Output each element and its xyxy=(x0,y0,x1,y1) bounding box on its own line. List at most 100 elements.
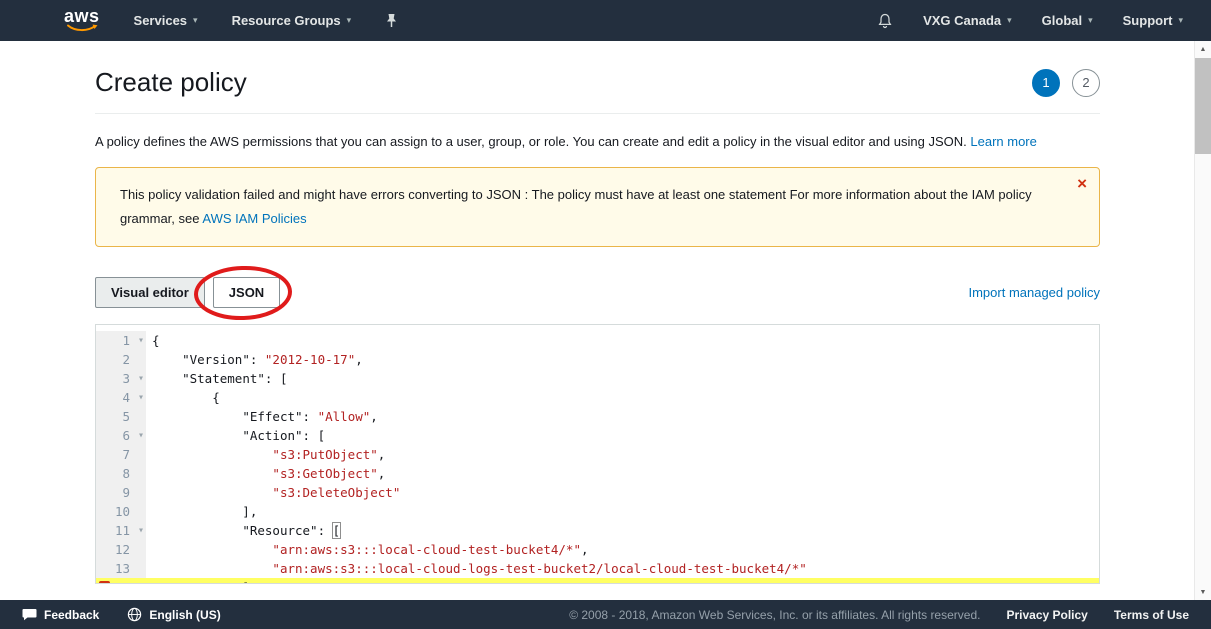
code-line-text[interactable]: { xyxy=(146,331,1099,350)
learn-more-link[interactable]: Learn more xyxy=(970,134,1036,149)
fold-arrow-icon[interactable]: ▾ xyxy=(138,331,144,350)
gutter-line-number[interactable]: 3▾ xyxy=(96,369,146,388)
language-selector[interactable]: English (US) xyxy=(127,607,220,622)
speech-bubble-icon xyxy=(22,608,37,621)
code-line[interactable]: 9 "s3:DeleteObject" xyxy=(96,483,1099,502)
fold-arrow-icon[interactable]: ▾ xyxy=(138,426,144,445)
gutter-line-number[interactable]: 2 xyxy=(96,350,146,369)
feedback-button[interactable]: Feedback xyxy=(22,608,99,622)
nav-support-menu[interactable]: Support ▾ xyxy=(1123,13,1183,28)
nav-support-label: Support xyxy=(1123,13,1173,28)
code-line[interactable]: 1▾{ xyxy=(96,331,1099,350)
nav-account-label: VXG Canada xyxy=(923,13,1001,28)
scrollbar-down-arrow[interactable]: ▼ xyxy=(1195,584,1211,600)
nav-resource-groups[interactable]: Resource Groups ▾ xyxy=(232,13,352,28)
aws-logo-text: aws xyxy=(64,8,100,24)
top-navbar: aws Services ▾ Resource Groups ▾ xyxy=(0,0,1211,41)
tab-visual-editor[interactable]: Visual editor xyxy=(95,277,205,308)
code-line[interactable]: 5 "Effect": "Allow", xyxy=(96,407,1099,426)
main-content: Create policy 1 2 A policy defines the A… xyxy=(95,41,1100,584)
globe-icon xyxy=(127,607,142,622)
code-line-text[interactable]: "s3:PutObject", xyxy=(146,445,1099,464)
code-line-text[interactable]: "s3:GetObject", xyxy=(146,464,1099,483)
code-line[interactable]: 12 "arn:aws:s3:::local-cloud-test-bucket… xyxy=(96,540,1099,559)
language-label: English (US) xyxy=(149,608,220,622)
code-line-text[interactable]: ], xyxy=(146,502,1099,521)
nav-region-label: Global xyxy=(1042,13,1082,28)
code-line[interactable]: 3▾ "Statement": [ xyxy=(96,369,1099,388)
footer: Feedback English (US) © 2008 - 2018, Ama… xyxy=(0,600,1211,629)
gutter-line-number[interactable]: 10 xyxy=(96,502,146,521)
import-managed-policy-link[interactable]: Import managed policy xyxy=(968,285,1100,300)
fold-arrow-icon[interactable]: ▾ xyxy=(138,521,144,540)
code-line[interactable]: 7 "s3:PutObject", xyxy=(96,445,1099,464)
gutter-line-number[interactable]: 7 xyxy=(96,445,146,464)
chevron-down-icon: ▾ xyxy=(347,15,352,26)
chevron-down-icon: ▾ xyxy=(1007,15,1012,26)
gutter-line-number[interactable]: 1▾ xyxy=(96,331,146,350)
code-line-text[interactable]: "Action": [ xyxy=(146,426,1099,445)
nav-region-menu[interactable]: Global ▾ xyxy=(1042,13,1093,28)
gutter-line-number[interactable]: 14 xyxy=(96,578,146,584)
page-header: Create policy 1 2 xyxy=(95,41,1100,114)
code-line[interactable]: 8 "s3:GetObject", xyxy=(96,464,1099,483)
scrollbar-up-arrow[interactable]: ▲ xyxy=(1195,41,1211,57)
code-line-text[interactable]: "arn:aws:s3:::local-cloud-logs-test-buck… xyxy=(146,559,1099,578)
code-line[interactable]: 4▾ { xyxy=(96,388,1099,407)
code-line-text[interactable]: "Version": "2012-10-17", xyxy=(146,350,1099,369)
pin-icon[interactable] xyxy=(385,13,398,28)
fold-arrow-icon[interactable]: ▾ xyxy=(138,388,144,407)
step-1-badge[interactable]: 1 xyxy=(1032,69,1060,97)
step-2-badge[interactable]: 2 xyxy=(1072,69,1100,97)
code-line[interactable]: 10 ], xyxy=(96,502,1099,521)
gutter-line-number[interactable]: 6▾ xyxy=(96,426,146,445)
fold-arrow-icon[interactable]: ▾ xyxy=(138,369,144,388)
code-line-text[interactable]: "s3:DeleteObject" xyxy=(146,483,1099,502)
feedback-label: Feedback xyxy=(44,608,99,622)
code-line-text[interactable]: "Effect": "Allow", xyxy=(146,407,1099,426)
code-line-text[interactable]: "Statement": [ xyxy=(146,369,1099,388)
code-line[interactable]: 13 "arn:aws:s3:::local-cloud-logs-test-b… xyxy=(96,559,1099,578)
code-line-text[interactable]: "arn:aws:s3:::local-cloud-test-bucket4/*… xyxy=(146,540,1099,559)
code-line[interactable]: 14 ] xyxy=(96,578,1099,584)
editor-tabs: Visual editor JSON xyxy=(95,277,280,308)
editor-lines: 1▾{2 "Version": "2012-10-17",3▾ "Stateme… xyxy=(96,331,1099,584)
code-line[interactable]: 2 "Version": "2012-10-17", xyxy=(96,350,1099,369)
nav-account-menu[interactable]: VXG Canada ▾ xyxy=(923,13,1012,28)
vertical-scrollbar[interactable]: ▲ ▼ xyxy=(1194,41,1211,600)
gutter-line-number[interactable]: 13 xyxy=(96,559,146,578)
code-line-text[interactable]: ] xyxy=(146,578,1099,584)
json-policy-editor[interactable]: 1▾{2 "Version": "2012-10-17",3▾ "Stateme… xyxy=(95,324,1100,584)
scrollbar-thumb[interactable] xyxy=(1195,58,1211,154)
aws-iam-policies-link[interactable]: AWS IAM Policies xyxy=(202,211,306,226)
code-line[interactable]: 6▾ "Action": [ xyxy=(96,426,1099,445)
notifications-bell-icon[interactable] xyxy=(877,13,893,29)
tab-json[interactable]: JSON xyxy=(213,277,280,308)
close-icon[interactable]: × xyxy=(1075,172,1089,196)
gutter-line-number[interactable]: 8 xyxy=(96,464,146,483)
gutter-line-number[interactable]: 12 xyxy=(96,540,146,559)
chevron-down-icon: ▾ xyxy=(1088,15,1093,26)
gutter-line-number[interactable]: 5 xyxy=(96,407,146,426)
code-line[interactable]: 11▾ "Resource": [ xyxy=(96,521,1099,540)
nav-services[interactable]: Services ▾ xyxy=(134,13,198,28)
chevron-down-icon: ▾ xyxy=(193,15,198,26)
copyright-text: © 2008 - 2018, Amazon Web Services, Inc.… xyxy=(569,608,980,622)
chevron-down-icon: ▾ xyxy=(1178,15,1183,26)
nav-resource-groups-label: Resource Groups xyxy=(232,13,341,28)
gutter-line-number[interactable]: 9 xyxy=(96,483,146,502)
gutter-line-number[interactable]: 11▾ xyxy=(96,521,146,540)
code-line-text[interactable]: { xyxy=(146,388,1099,407)
aws-logo[interactable]: aws xyxy=(64,8,100,33)
gutter-line-number[interactable]: 4▾ xyxy=(96,388,146,407)
privacy-policy-link[interactable]: Privacy Policy xyxy=(1006,608,1087,622)
code-line-text[interactable]: "Resource": [ xyxy=(146,521,1099,540)
step-indicator: 1 2 xyxy=(1032,69,1100,97)
validation-alert: × This policy validation failed and migh… xyxy=(95,167,1100,247)
page-title: Create policy xyxy=(95,67,247,98)
policy-description-text: A policy defines the AWS permissions tha… xyxy=(95,134,967,149)
tabs-row: Visual editor JSON Import managed policy xyxy=(95,277,1100,308)
policy-description: A policy defines the AWS permissions tha… xyxy=(95,134,1100,149)
terms-of-use-link[interactable]: Terms of Use xyxy=(1114,608,1189,622)
aws-logo-swoosh-icon xyxy=(66,24,98,33)
